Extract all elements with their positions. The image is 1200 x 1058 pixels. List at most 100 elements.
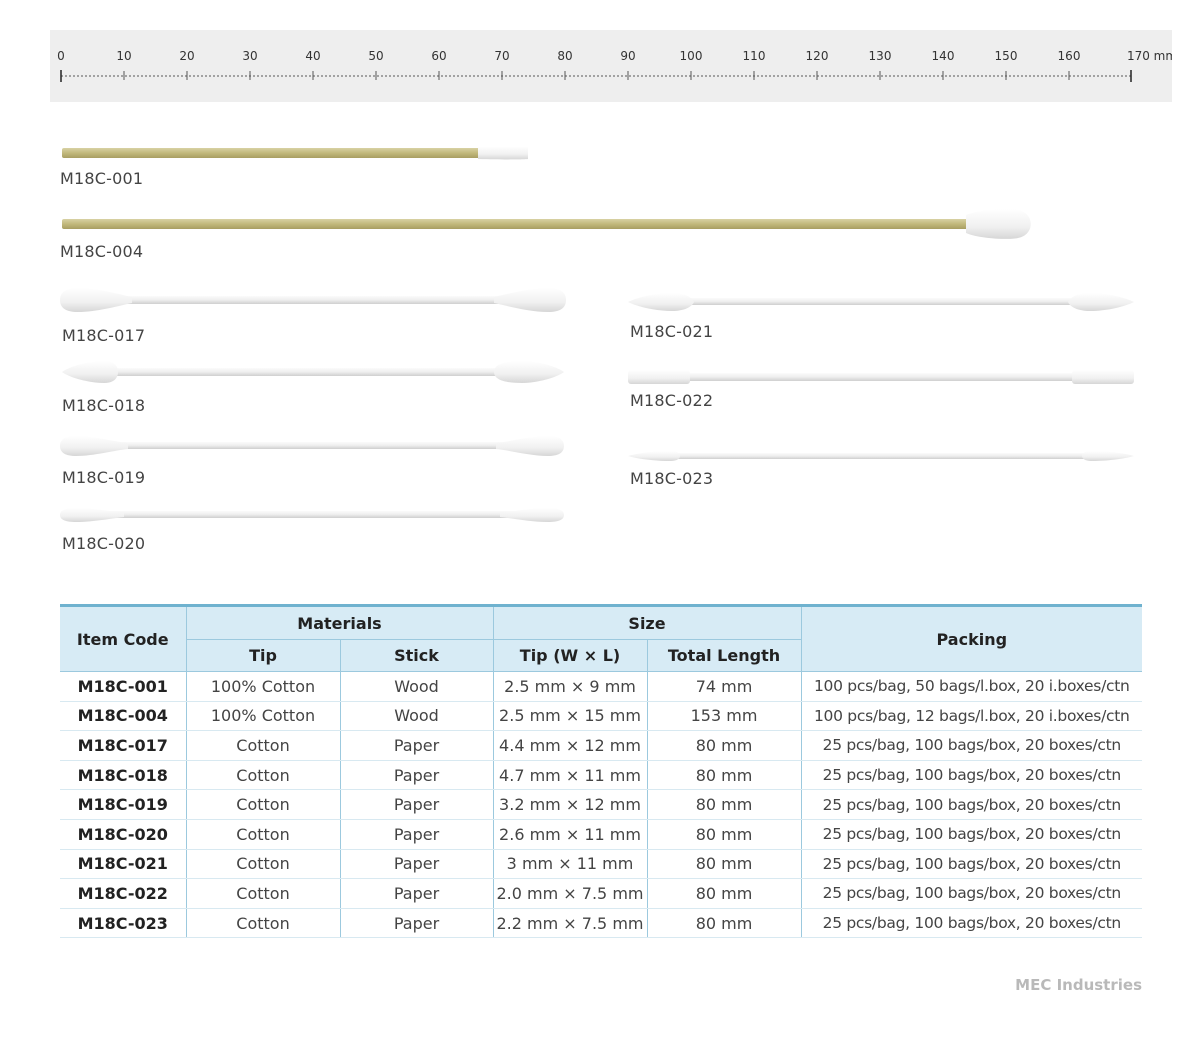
- cell-tip-size: 2.6 mm × 11 mm: [492, 819, 648, 850]
- table-row: M18C-017 Cotton Paper 4.4 mm × 12 mm 80 mm 25…: [60, 730, 1143, 761]
- cell-tip-size: 2.0 mm × 7.5 mm: [492, 878, 648, 909]
- header-item-code: Item Code: [60, 604, 187, 672]
- cell-code: M18C-021: [60, 849, 187, 880]
- header-materials: Materials: [185, 604, 494, 640]
- header-tip: Tip: [186, 639, 341, 672]
- ruler-tick-label: 30: [242, 49, 257, 63]
- table-row: M18C-022 Cotton Paper 2.0 mm × 7.5 mm 80 mm 2…: [60, 878, 1143, 909]
- ruler-graphic: 0 10 20 30 40 50 60 70 80 90 100 110 120 130 140 150 160…: [57, 49, 1172, 82]
- table-row: M18C-018 Cotton Paper 4.7 mm × 11 mm 80 mm 25…: [60, 760, 1143, 791]
- cell-tip-size: 4.4 mm × 12 mm: [492, 730, 648, 761]
- cell-length: 80 mm: [646, 789, 802, 820]
- cell-length: 80 mm: [646, 908, 802, 939]
- cell-tip: Cotton: [185, 789, 341, 820]
- cell-stick: Paper: [339, 849, 494, 880]
- cell-length: 80 mm: [646, 760, 802, 791]
- ruler-tick-label: 140: [932, 49, 955, 63]
- swab-label-m18c-020: M18C-020: [62, 534, 146, 553]
- ruler-tick-label: 20: [179, 49, 194, 63]
- cell-code: M18C-019: [60, 789, 187, 820]
- ruler-tick-label: 130: [869, 49, 892, 63]
- header-stick: Stick: [339, 639, 494, 672]
- cell-code: M18C-004: [60, 701, 187, 732]
- header-tip-size: Tip (W × L): [492, 639, 648, 672]
- spec-table: Item Code Materials Size Packing Tip Sti…: [60, 604, 1143, 939]
- cell-tip: Cotton: [185, 819, 341, 850]
- swab-image-m18c-001: [62, 146, 529, 160]
- cell-packing: 25 pcs/bag, 100 bags/box, 20 boxes/ctn: [800, 819, 1143, 850]
- cell-code: M18C-023: [60, 908, 187, 939]
- cell-tip: Cotton: [185, 849, 341, 880]
- swab-label-m18c-022: M18C-022: [630, 391, 714, 410]
- swab-image-m18c-004: [62, 209, 1031, 239]
- cell-length: 153 mm: [646, 701, 802, 732]
- cell-stick: Paper: [339, 819, 494, 850]
- ruler-tick-label: 170 mm: [1127, 49, 1172, 63]
- ruler-tick-label: 100: [680, 49, 703, 63]
- table-row: M18C-021 Cotton Paper 3 mm × 11 mm 80 mm 25 p…: [60, 849, 1143, 880]
- cell-stick: Paper: [339, 908, 494, 939]
- swab-image-m18c-018: [62, 361, 564, 383]
- cell-length: 74 mm: [646, 671, 802, 702]
- table-row: M18C-023 Cotton Paper 2.2 mm × 7.5 mm 80 mm 2…: [60, 908, 1143, 939]
- table-row: M18C-019 Cotton Paper 3.2 mm × 12 mm 80 mm 25…: [60, 789, 1143, 820]
- ruler-tick-label: 40: [305, 49, 320, 63]
- cell-length: 80 mm: [646, 878, 802, 909]
- table-row: M18C-004 100% Cotton Wood 2.5 mm × 15 mm 153…: [60, 701, 1143, 732]
- ruler-tick-label: 80: [557, 49, 572, 63]
- cell-length: 80 mm: [646, 730, 802, 761]
- ruler-tick-label: 160: [1058, 49, 1081, 63]
- cell-tip: 100% Cotton: [185, 671, 341, 702]
- cell-stick: Paper: [339, 878, 494, 909]
- swab-label-m18c-021: M18C-021: [630, 322, 714, 341]
- swab-image-m18c-023: [628, 451, 1134, 461]
- cell-tip: Cotton: [185, 760, 341, 791]
- cell-packing: 25 pcs/bag, 100 bags/box, 20 boxes/ctn: [800, 878, 1143, 909]
- cell-packing: 25 pcs/bag, 100 bags/box, 20 boxes/ctn: [800, 760, 1143, 791]
- header-total-length: Total Length: [646, 639, 802, 672]
- ruler-tick-label: 10: [116, 49, 131, 63]
- swab-label-m18c-023: M18C-023: [630, 469, 714, 488]
- cell-packing: 100 pcs/bag, 12 bags/l.box, 20 i.boxes/c…: [800, 701, 1143, 732]
- cell-tip: 100% Cotton: [185, 701, 341, 732]
- cell-tip-size: 4.7 mm × 11 mm: [492, 760, 648, 791]
- cell-tip: Cotton: [185, 908, 341, 939]
- ruler-tick-label: 120: [806, 49, 829, 63]
- swab-image-m18c-017: [60, 288, 566, 312]
- cell-packing: 100 pcs/bag, 50 bags/l.box, 20 i.boxes/c…: [800, 671, 1143, 702]
- ruler-tick-label: 90: [620, 49, 635, 63]
- cell-stick: Paper: [339, 760, 494, 791]
- cell-code: M18C-001: [60, 671, 187, 702]
- swab-image-m18c-022: [628, 370, 1134, 384]
- cell-tip-size: 2.5 mm × 9 mm: [492, 671, 648, 702]
- swab-label-m18c-001: M18C-001: [60, 169, 144, 188]
- cell-code: M18C-020: [60, 819, 187, 850]
- ruler-tick-label: 110: [743, 49, 766, 63]
- cell-tip-size: 3.2 mm × 12 mm: [492, 789, 648, 820]
- cell-tip-size: 2.5 mm × 15 mm: [492, 701, 648, 732]
- ruler-tick-label: 150: [995, 49, 1018, 63]
- cell-code: M18C-017: [60, 730, 187, 761]
- cell-stick: Paper: [339, 789, 494, 820]
- cell-stick: Paper: [339, 730, 494, 761]
- ruler-tick-label: 50: [368, 49, 383, 63]
- cell-code: M18C-018: [60, 760, 187, 791]
- cell-packing: 25 pcs/bag, 100 bags/box, 20 boxes/ctn: [800, 730, 1143, 761]
- swab-image-m18c-021: [628, 293, 1134, 311]
- swab-label-m18c-017: M18C-017: [62, 326, 146, 345]
- cell-length: 80 mm: [646, 849, 802, 880]
- cell-tip: Cotton: [185, 878, 341, 909]
- table-row: M18C-001 100% Cotton Wood 2.5 mm × 9 mm 74 m…: [60, 671, 1143, 702]
- ruler: 0 10 20 30 40 50 60 70 80 90 100 110 120 130 140 150 160…: [50, 30, 1172, 102]
- ruler-tick-label: 0: [57, 49, 65, 63]
- cell-tip-size: 3 mm × 11 mm: [492, 849, 648, 880]
- brand-footer: MEC Industries: [1015, 976, 1142, 994]
- cell-packing: 25 pcs/bag, 100 bags/box, 20 boxes/ctn: [800, 849, 1143, 880]
- cell-stick: Wood: [339, 671, 494, 702]
- cell-tip-size: 2.2 mm × 7.5 mm: [492, 908, 648, 939]
- cell-packing: 25 pcs/bag, 100 bags/box, 20 boxes/ctn: [800, 789, 1143, 820]
- swab-image-m18c-020: [60, 508, 564, 522]
- swab-label-m18c-019: M18C-019: [62, 468, 146, 487]
- cell-length: 80 mm: [646, 819, 802, 850]
- swab-image-m18c-019: [60, 436, 564, 456]
